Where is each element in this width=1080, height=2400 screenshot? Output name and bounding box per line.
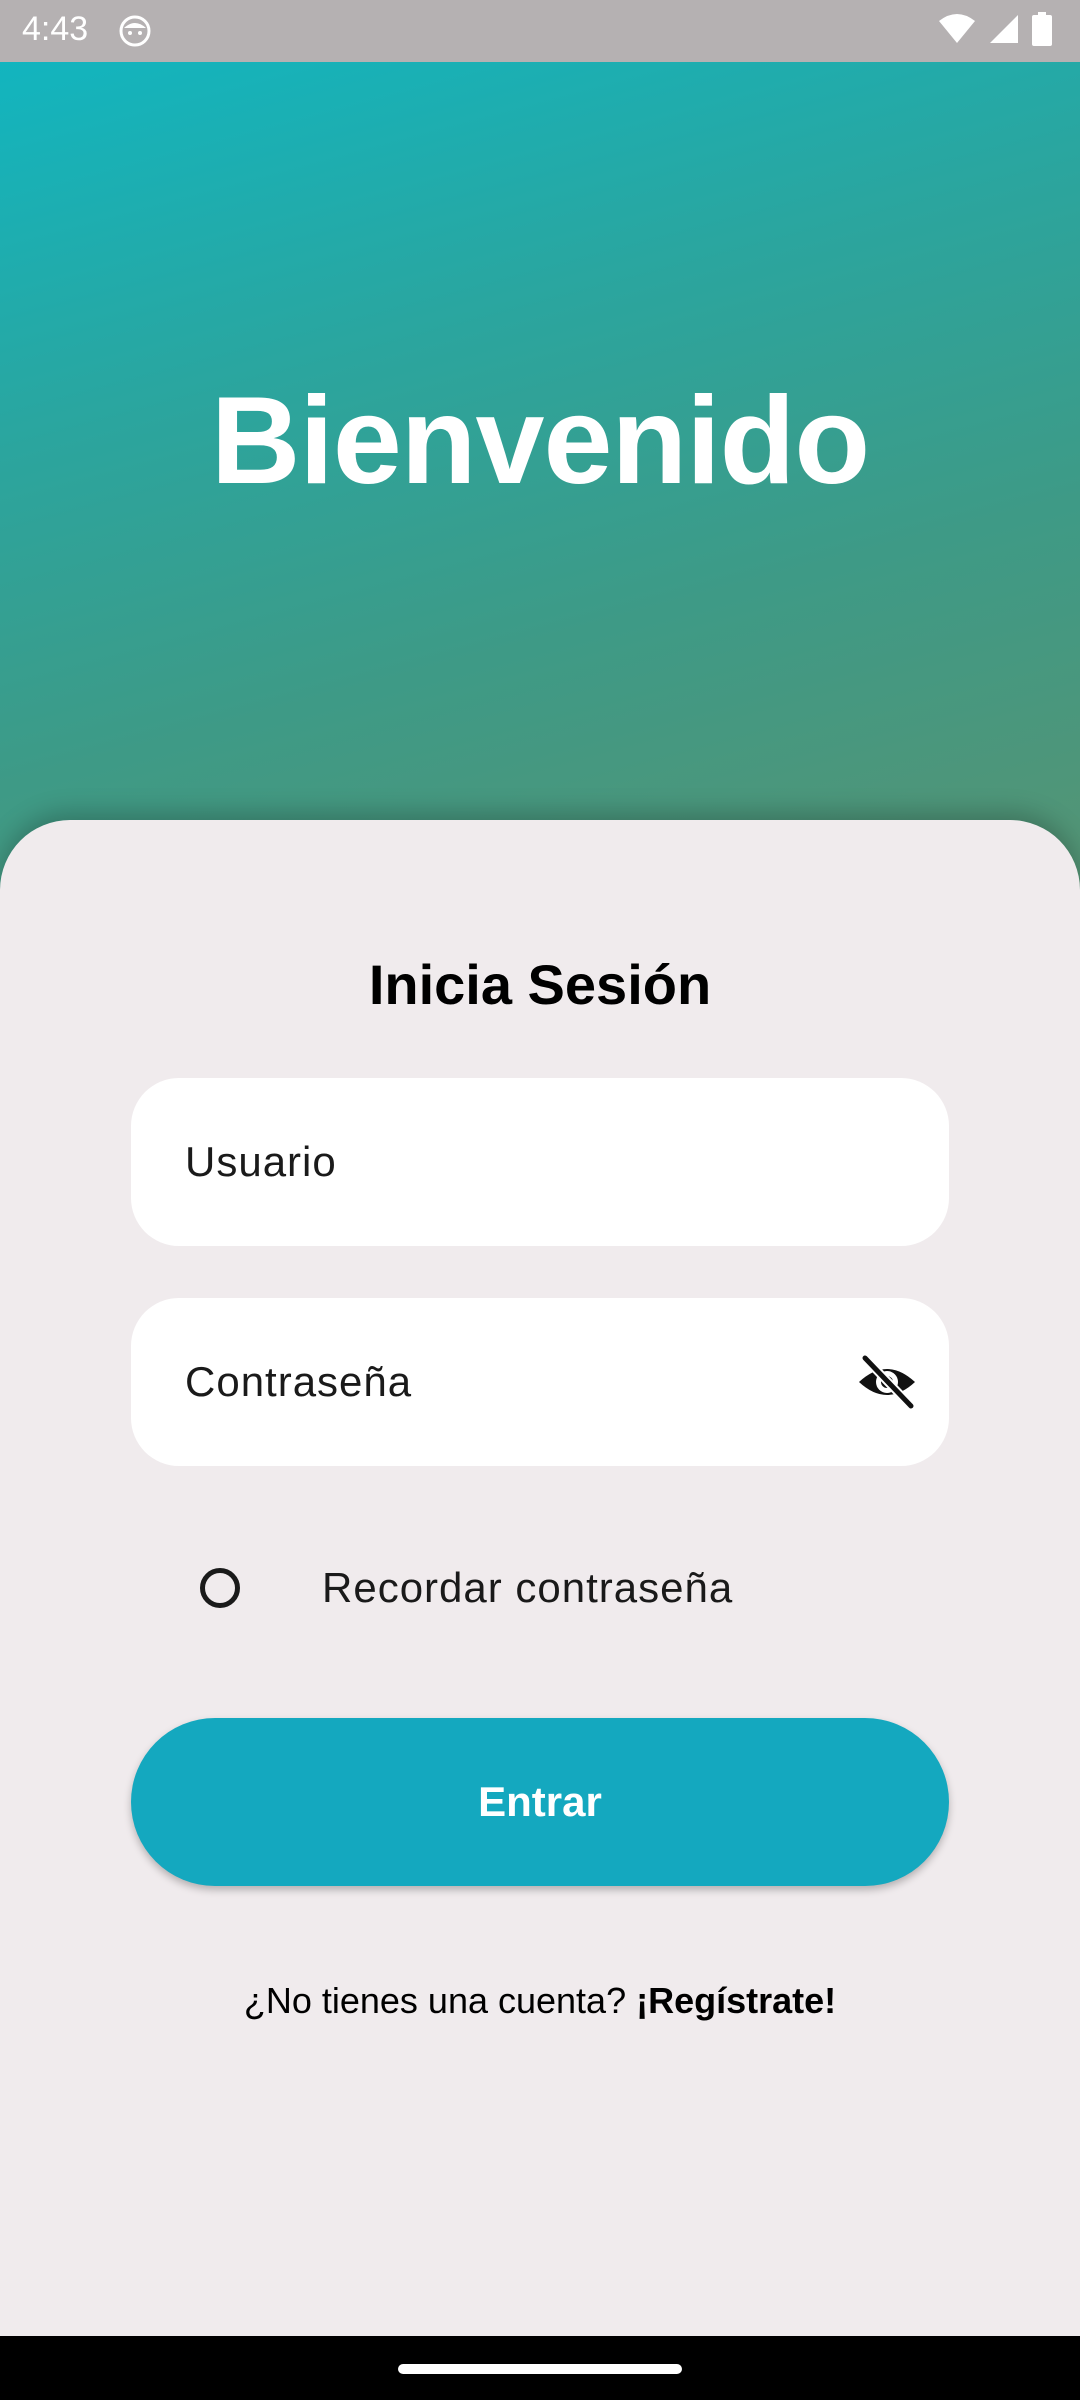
eye-off-icon[interactable]: [855, 1352, 919, 1412]
navigation-bar: [0, 2336, 1080, 2400]
remember-radio[interactable]: [200, 1568, 240, 1608]
status-time: 4:43: [22, 10, 89, 48]
register-link[interactable]: ¡Regístrate!: [636, 1980, 836, 2021]
register-prompt: ¿No tienes una cuenta?: [243, 1980, 637, 2021]
remember-row: Recordar contraseña: [200, 1564, 733, 1612]
login-card: Inicia Sesión Recordar contraseña Entrar…: [0, 820, 1080, 2336]
login-button[interactable]: Entrar: [131, 1718, 949, 1886]
status-bar: 4:43: [0, 0, 1080, 62]
username-input[interactable]: [185, 1078, 825, 1246]
signal-icon: [988, 13, 1020, 50]
battery-icon: [1032, 12, 1052, 51]
hero-header: Bienvenido: [0, 62, 1080, 892]
username-field: [131, 1078, 949, 1246]
password-input[interactable]: [185, 1298, 825, 1466]
face-icon: [118, 14, 152, 48]
home-gesture-pill[interactable]: [398, 2364, 682, 2374]
wifi-icon: [938, 13, 976, 50]
welcome-title: Bienvenido: [210, 372, 870, 510]
login-title: Inicia Sesión: [368, 953, 712, 1016]
register-row: ¿No tienes una cuenta? ¡Regístrate!: [0, 1980, 1080, 2022]
remember-label[interactable]: Recordar contraseña: [322, 1564, 733, 1612]
password-field: [131, 1298, 949, 1466]
